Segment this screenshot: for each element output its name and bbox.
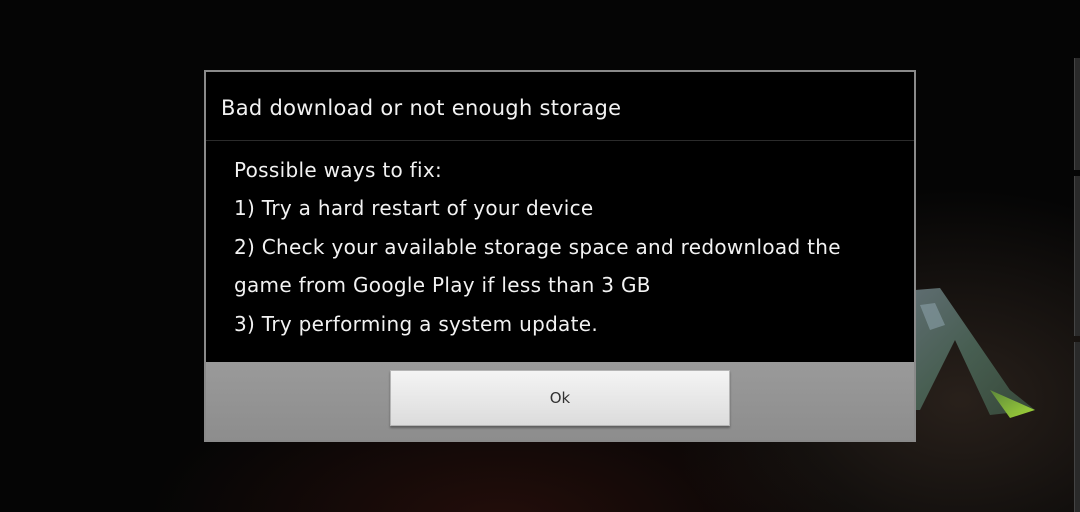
dialog-footer: Ok — [206, 362, 914, 440]
side-panel-tab — [1074, 342, 1080, 512]
side-panel-tab — [1074, 58, 1080, 170]
message-line: 3) Try performing a system update. — [234, 312, 599, 336]
message-line: game from Google Play if less than 3 GB — [234, 273, 651, 297]
dialog-title: Bad download or not enough storage — [221, 96, 622, 120]
ok-button[interactable]: Ok — [390, 370, 730, 426]
dialog-header: Bad download or not enough storage — [206, 72, 914, 141]
message-line: 2) Check your available storage space an… — [234, 235, 841, 259]
error-dialog: Bad download or not enough storage Possi… — [204, 70, 916, 442]
side-panel-tab — [1074, 176, 1080, 336]
message-line: Possible ways to fix: — [234, 158, 443, 182]
game-screen: Bad download or not enough storage Possi… — [0, 0, 1080, 512]
message-line: 1) Try a hard restart of your device — [234, 196, 594, 220]
